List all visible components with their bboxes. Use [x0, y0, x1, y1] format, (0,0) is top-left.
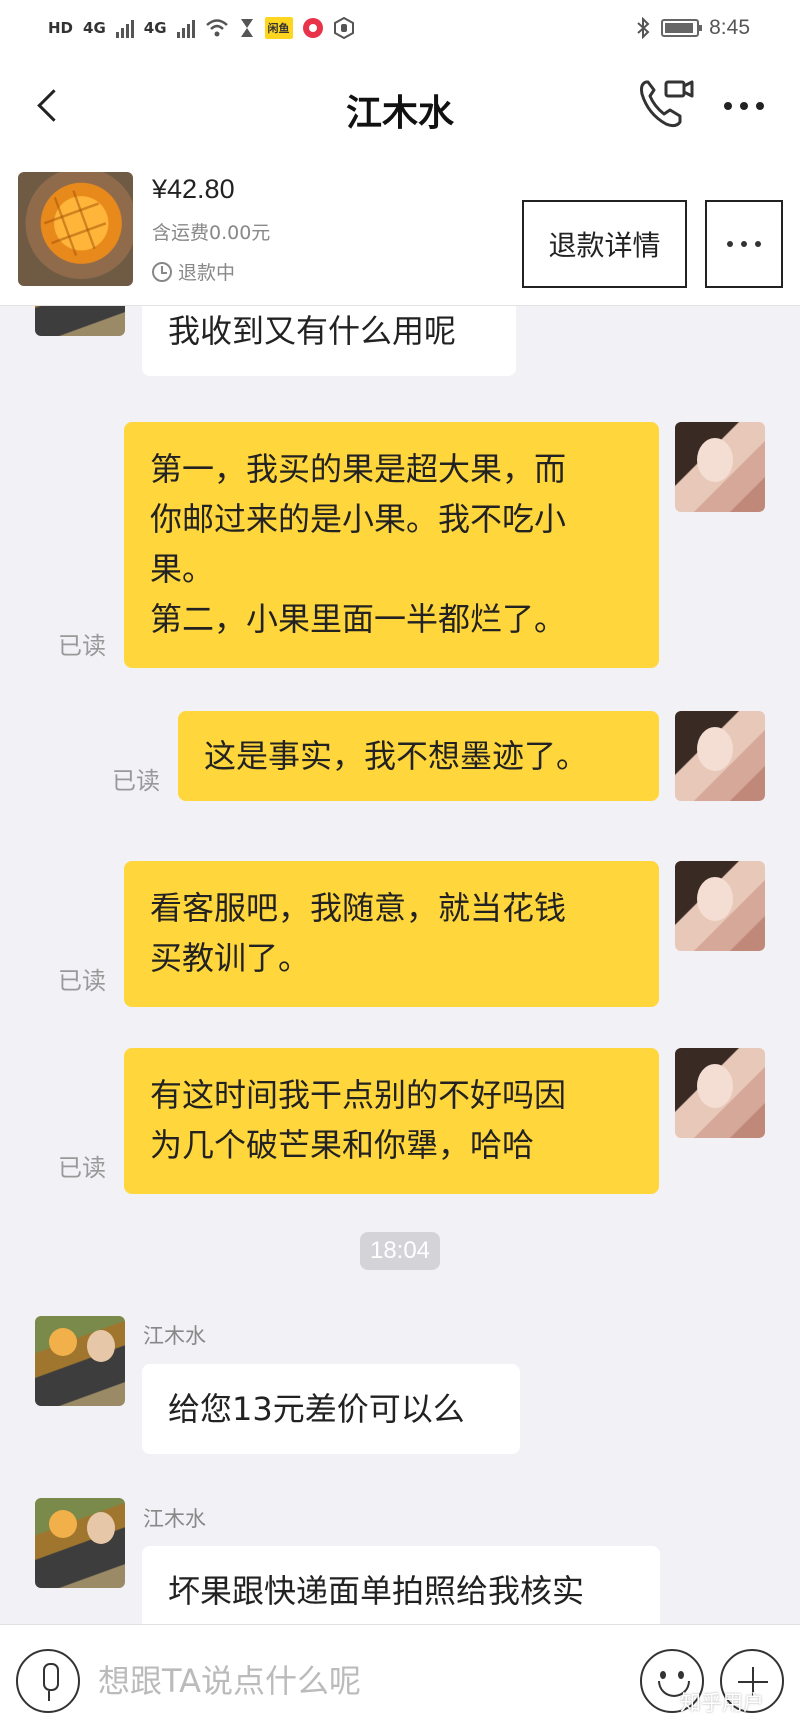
chat-area[interactable]: 我收到又有什么用呢 第一，我买的果是超大果，而 你邮过来的是小果。我不吃小 果。…	[0, 306, 800, 1624]
message-line: 第一，我买的果是超大果，而	[150, 450, 567, 488]
product-bar: ¥42.80 含运费0.00元 退款中 退款详情	[0, 156, 800, 306]
record-icon	[302, 18, 323, 38]
seller-avatar[interactable]	[35, 1498, 125, 1588]
seller-avatar[interactable]	[35, 1316, 125, 1406]
product-more-button[interactable]	[705, 200, 783, 288]
hand-icon	[333, 17, 354, 39]
phone-video-icon	[640, 80, 694, 128]
message-bubble[interactable]: 看客服吧，我随意，就当花钱 买教训了。	[124, 861, 659, 1007]
chat-header: 江木水	[0, 56, 800, 156]
wifi-icon	[205, 19, 228, 37]
product-price: ¥42.80	[152, 174, 235, 204]
status-bar-left: HD 4G 4G 闲鱼	[48, 17, 355, 39]
dot-icon	[724, 102, 732, 110]
dot-icon	[741, 241, 747, 247]
bluetooth-icon	[637, 17, 650, 39]
message-line: 为几个破芒果和你犟，哈哈	[150, 1126, 535, 1164]
message-bubble[interactable]: 这是事实，我不想墨迹了。	[178, 711, 659, 801]
status-bar: HD 4G 4G 闲鱼 8:45	[0, 0, 800, 56]
message-bubble[interactable]: 有这时间我干点别的不好吗因 为几个破芒果和你犟，哈哈	[124, 1048, 659, 1194]
dot-icon	[740, 102, 748, 110]
hourglass-icon	[240, 19, 253, 37]
my-avatar[interactable]	[675, 1048, 765, 1138]
my-avatar[interactable]	[675, 711, 765, 801]
message-bubble[interactable]: 第一，我买的果是超大果，而 你邮过来的是小果。我不吃小 果。 第二，小果里面一半…	[124, 422, 659, 668]
refund-details-button[interactable]: 退款详情	[522, 200, 687, 288]
refund-status-label: 退款中	[178, 262, 236, 284]
read-receipt: 已读	[58, 632, 106, 660]
read-receipt: 已读	[58, 967, 106, 995]
message-line: 果。	[150, 550, 215, 588]
clock-time: 8:45	[709, 16, 750, 39]
dot-icon	[755, 241, 761, 247]
dot-icon	[727, 241, 733, 247]
sender-name: 江木水	[143, 1324, 206, 1348]
message-line: 买教训了。	[150, 939, 311, 977]
status-bar-right: 8:45	[635, 16, 750, 40]
message-line: 有这时间我干点别的不好吗因	[150, 1076, 567, 1114]
dot-icon	[756, 102, 764, 110]
shipping-fee: 含运费0.00元	[152, 222, 271, 244]
message-line: 你邮过来的是小果。我不吃小	[150, 500, 567, 538]
message-bubble[interactable]: 我收到又有什么用呢	[142, 306, 516, 376]
sender-name: 江木水	[143, 1507, 206, 1531]
call-button[interactable]	[636, 76, 696, 132]
message-bubble[interactable]: 给您13元差价可以么	[142, 1364, 520, 1454]
refund-status: 退款中	[152, 258, 235, 285]
xianyu-badge-icon: 闲鱼	[264, 17, 293, 39]
read-receipt: 已读	[58, 1154, 106, 1182]
message-input[interactable]	[98, 1655, 618, 1707]
seller-avatar[interactable]	[35, 306, 125, 336]
read-receipt: 已读	[112, 767, 160, 795]
network-type-1: 4G	[83, 19, 106, 37]
message-line: 看客服吧，我随意，就当花钱	[150, 889, 567, 927]
signal-icon-2	[176, 18, 195, 38]
battery-icon	[661, 19, 703, 37]
network-type-2: 4G	[143, 19, 167, 37]
more-options-button[interactable]	[718, 86, 770, 126]
signal-icon	[115, 18, 134, 38]
my-avatar[interactable]	[675, 861, 765, 951]
watermark-text: 知乎用户	[680, 1691, 764, 1715]
product-image[interactable]	[18, 172, 133, 286]
message-bubble[interactable]: 坏果跟快递面单拍照给我核实	[142, 1546, 660, 1624]
voice-input-button[interactable]	[16, 1649, 80, 1713]
my-avatar[interactable]	[675, 422, 765, 512]
timestamp-divider: 18:04	[360, 1232, 440, 1270]
clock-icon	[152, 261, 172, 282]
hd-indicator: HD	[48, 19, 74, 37]
message-line: 第二，小果里面一半都烂了。	[150, 600, 567, 638]
